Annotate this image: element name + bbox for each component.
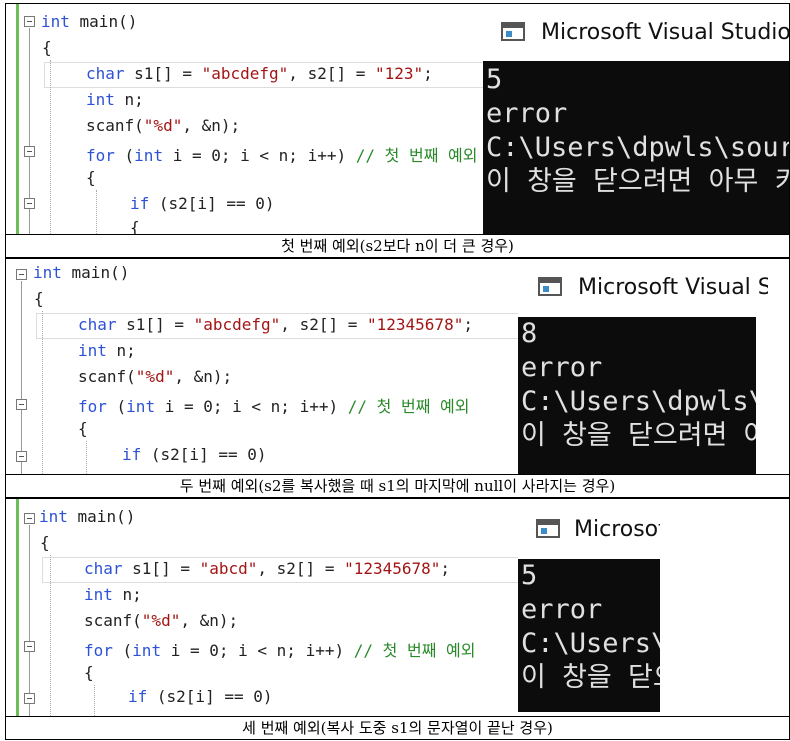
- code-screenshot-2: int main() { char s1[] = "abcdefg", s2[]…: [6, 259, 789, 474]
- change-marker-bar: [16, 499, 19, 716]
- code-line-decl: char s1[] = "abcdefg", s2[] = "123";: [86, 64, 433, 83]
- indent-guide: [42, 311, 43, 474]
- caption-1: 첫 번째 예외(s2보다 n이 더 큰 경우): [6, 234, 789, 257]
- code-line-if-brace: {: [130, 218, 140, 234]
- code-line-if: if (s2[i] == 0): [130, 194, 275, 213]
- console-line-error: error: [521, 594, 603, 625]
- code-line-brace: {: [78, 419, 88, 438]
- code-line-if: if (s2[i] == 0): [122, 445, 267, 464]
- code-line-open-brace: {: [40, 533, 50, 552]
- code-line-for: for (int i = 0; i < n; i++) // 첫 번째 예외: [86, 146, 478, 165]
- code-line-decl: char s1[] = "abcdefg", s2[] = "12345678"…: [78, 315, 473, 334]
- console-line-error: error: [521, 352, 603, 383]
- console-app-icon: [538, 277, 562, 296]
- collapse-for-icon[interactable]: [16, 399, 27, 410]
- indent-guide: [96, 190, 97, 234]
- code-line-scanf: scanf("%d", &n);: [86, 116, 241, 135]
- code-line-scanf: scanf("%d", &n);: [78, 367, 233, 386]
- code-line-open-brace: {: [34, 289, 44, 308]
- console-titlebar: Microsoft Visual Studio Debug Console: [483, 4, 789, 61]
- console-titlebar: Microsoft Visual Studio Debug Console: [518, 259, 768, 317]
- console-line-close: 이 창을 닫으려면 아무 키나 누르세요...: [486, 166, 789, 197]
- caption-3: 세 번째 예외(복사 도중 s1의 문자열이 끝난 경우): [6, 716, 789, 739]
- console-titlebar: Microsoft Visual Studio Debug Console: [518, 499, 660, 559]
- code-line-brace: {: [86, 168, 96, 187]
- console-title: Microsoft Visual Studio Debug Console: [574, 517, 660, 542]
- console-title: Microsoft Visual Studio Debug Console: [578, 275, 768, 300]
- code-line-int-n: int n;: [78, 341, 136, 360]
- console-output: 5 error C:\Users\dpwls\source 이 창을 닫으려면 …: [483, 61, 789, 234]
- code-screenshot-1: int main() { char s1[] = "abcdefg", s2[]…: [6, 4, 789, 234]
- collapse-main-icon[interactable]: [24, 513, 35, 524]
- code-line-main: int main(): [33, 263, 130, 282]
- code-line-for: for (int i = 0; i < n; i++) // 첫 번째 예외: [78, 397, 470, 416]
- console-title: Microsoft Visual Studio Debug Console: [541, 20, 789, 45]
- console-app-icon: [536, 519, 560, 538]
- code-line-scanf: scanf("%d", &n);: [84, 611, 239, 630]
- code-line-main: int main(): [39, 507, 136, 526]
- indent-guide: [50, 60, 51, 234]
- collapse-if-icon[interactable]: [24, 198, 35, 209]
- collapse-if-icon[interactable]: [24, 693, 35, 704]
- console-line-path: C:\Users\dpwls\source: [521, 386, 756, 417]
- console-line-path: C:\Users\dpwls\source: [521, 628, 660, 659]
- console-app-icon: [501, 22, 525, 41]
- code-screenshot-3: int main() { char s1[] = "abcd", s2[] = …: [6, 499, 789, 716]
- code-line-int-n: int n;: [86, 90, 144, 109]
- collapse-if-icon[interactable]: [16, 451, 27, 462]
- indent-guide: [50, 555, 51, 716]
- example-cell-2: int main() { char s1[] = "abcdefg", s2[]…: [5, 258, 790, 498]
- caption-2: 두 번째 예외(s2를 복사했을 때 s1의 마지막에 null이 사라지는 경…: [6, 474, 789, 497]
- indent-guide: [94, 685, 95, 716]
- code-line-decl: char s1[] = "abcd", s2[] = "12345678";: [84, 559, 451, 578]
- fold-guide-line: [21, 281, 22, 474]
- console-line-path: C:\Users\dpwls\source: [486, 132, 789, 163]
- code-line-open-brace: {: [42, 38, 52, 57]
- console-line-input: 5: [486, 64, 503, 95]
- console-line-close: 이 창을 닫으려면 아무 키나 누르세요...: [521, 662, 660, 693]
- fold-guide-line: [29, 525, 30, 716]
- collapse-for-icon[interactable]: [24, 641, 35, 652]
- code-line-brace: {: [84, 663, 94, 682]
- code-line-for: for (int i = 0; i < n; i++) // 첫 번째 예외: [84, 641, 476, 660]
- console-output: 5 error C:\Users\dpwls\source 이 창을 닫으려면 …: [518, 559, 660, 712]
- change-marker-bar: [16, 4, 19, 234]
- indent-guide: [86, 441, 87, 474]
- collapse-main-icon[interactable]: [24, 16, 35, 27]
- collapse-main-icon[interactable]: [16, 269, 27, 280]
- collapse-for-icon[interactable]: [24, 146, 35, 157]
- console-line-input: 5: [521, 560, 538, 591]
- console-line-input: 8: [521, 318, 538, 349]
- code-line-int-n: int n;: [84, 585, 142, 604]
- console-line-error: error: [486, 98, 568, 129]
- console-line-close: 이 창을 닫으려면 아무 키나 누르세요...: [521, 420, 756, 451]
- code-line-main: int main(): [41, 12, 138, 31]
- example-cell-3: int main() { char s1[] = "abcd", s2[] = …: [5, 498, 790, 740]
- code-line-if: if (s2[i] == 0): [128, 687, 273, 706]
- console-output: 8 error C:\Users\dpwls\source 이 창을 닫으려면 …: [518, 317, 756, 474]
- example-cell-1: int main() { char s1[] = "abcdefg", s2[]…: [5, 3, 790, 258]
